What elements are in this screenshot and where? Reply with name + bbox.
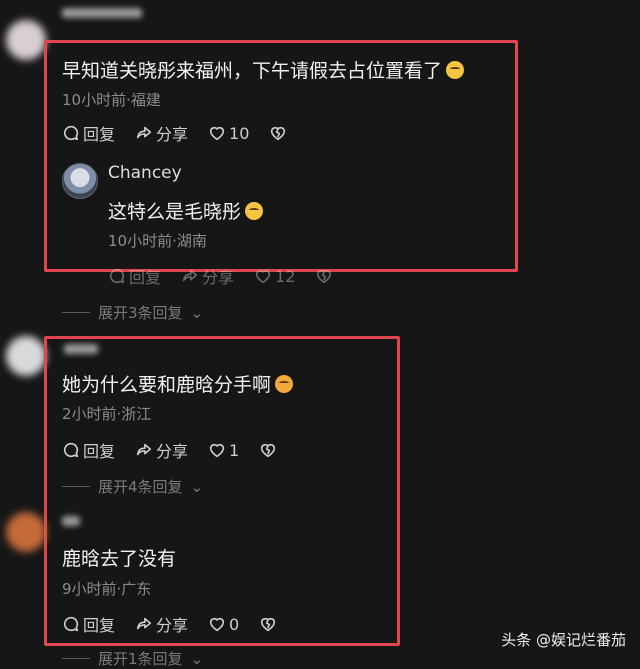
share-icon: [136, 617, 152, 630]
comment-text: 鹿晗去了没有: [62, 548, 177, 570]
share-button[interactable]: 分享: [135, 612, 188, 636]
comment-meta: 2小时前·浙江: [62, 405, 152, 423]
reply-button[interactable]: 回复: [62, 612, 115, 636]
dislike-button[interactable]: [269, 124, 287, 142]
like-button[interactable]: 0: [208, 615, 239, 634]
like-button[interactable]: 12: [254, 267, 295, 286]
comment-icon: [109, 268, 125, 284]
emoji-icon: [446, 61, 465, 79]
share-button[interactable]: 分享: [181, 264, 234, 288]
share-icon: [136, 443, 152, 456]
reply-button[interactable]: 回复: [62, 438, 115, 462]
comment-actions: 回复 分享 1: [62, 438, 277, 462]
broken-heart-icon: [271, 126, 286, 141]
comment-actions: 回复 分享 0: [62, 612, 277, 636]
chevron-down-icon: ⌄: [190, 477, 204, 496]
share-button[interactable]: 分享: [135, 121, 188, 145]
reply-author[interactable]: Chancey: [108, 163, 182, 183]
emoji-icon: [275, 375, 294, 393]
reply-meta: 10小时前·湖南: [108, 232, 207, 250]
reply-avatar[interactable]: [62, 163, 98, 199]
reply-button[interactable]: 回复: [108, 264, 161, 288]
comment-text: 早知道关晓彤来福州，下午请假去占位置看了: [62, 56, 465, 83]
comment-text: 她为什么要和鹿晗分手啊: [62, 370, 294, 397]
comment-actions: 回复 分享 10: [62, 121, 287, 145]
expand-replies-button[interactable]: 展开1条回复 ⌄: [62, 648, 203, 669]
dislike-button[interactable]: [259, 615, 277, 633]
emoji-icon: [245, 202, 264, 220]
watermark: 头条 @娱记烂番茄: [501, 631, 626, 649]
avatar[interactable]: [6, 512, 46, 552]
share-icon: [136, 126, 152, 139]
reply-actions: 回复 分享 12: [108, 264, 333, 288]
reply-button[interactable]: 回复: [62, 121, 115, 145]
divider: [62, 658, 90, 659]
broken-heart-icon: [261, 443, 276, 458]
avatar[interactable]: [6, 336, 46, 376]
reply-text: 这特么是毛晓彤: [108, 197, 264, 224]
dislike-button[interactable]: [259, 441, 277, 459]
username[interactable]: [62, 516, 80, 526]
username[interactable]: [62, 8, 142, 18]
share-icon: [182, 269, 198, 282]
broken-heart-icon: [317, 269, 332, 284]
chevron-down-icon: ⌄: [190, 649, 204, 668]
heart-icon: [209, 443, 225, 458]
heart-icon: [255, 269, 271, 284]
like-button[interactable]: 1: [208, 441, 239, 460]
heart-icon: [209, 126, 225, 141]
divider: [62, 312, 90, 313]
like-button[interactable]: 10: [208, 124, 249, 143]
comment-icon: [63, 125, 79, 141]
avatar[interactable]: [6, 20, 46, 60]
divider: [62, 486, 90, 487]
heart-icon: [209, 617, 225, 632]
expand-replies-button[interactable]: 展开3条回复 ⌄: [62, 302, 203, 323]
comment-meta: 10小时前·福建: [62, 91, 161, 109]
chevron-down-icon: ⌄: [190, 303, 204, 322]
comment-icon: [63, 616, 79, 632]
comment-icon: [63, 442, 79, 458]
comment-meta: 9小时前·广东: [62, 580, 152, 598]
dislike-button[interactable]: [315, 267, 333, 285]
expand-replies-button[interactable]: 展开4条回复 ⌄: [62, 476, 203, 497]
share-button[interactable]: 分享: [135, 438, 188, 462]
broken-heart-icon: [261, 617, 276, 632]
